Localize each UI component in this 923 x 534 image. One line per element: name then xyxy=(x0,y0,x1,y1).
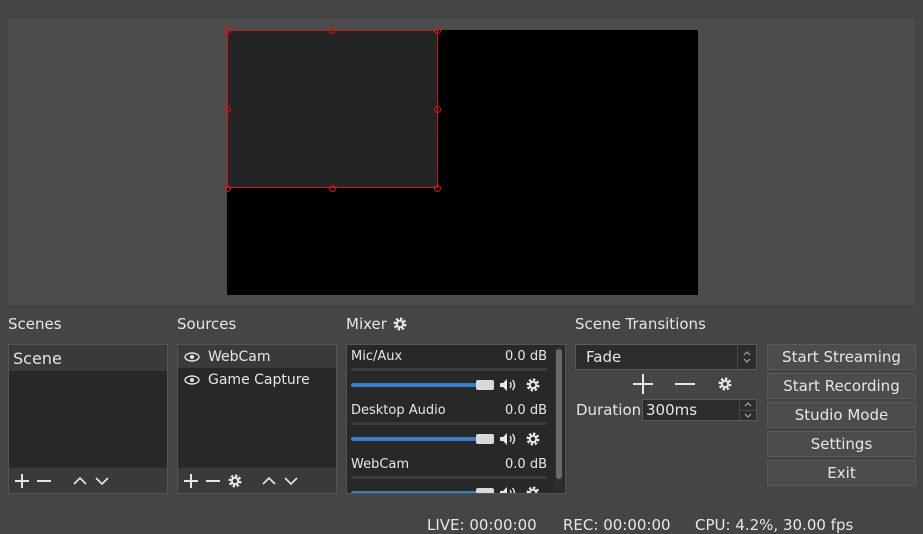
move-source-down-button[interactable] xyxy=(280,470,302,492)
resize-handle-right[interactable] xyxy=(434,106,441,113)
mixer-panel: Mic/Aux 0.0 dB Desktop Audio 0.0 dB WebC… xyxy=(346,344,566,494)
eye-icon[interactable] xyxy=(184,374,200,385)
volume-slider[interactable] xyxy=(351,380,495,390)
remove-scene-button[interactable] xyxy=(33,470,55,492)
plus-icon xyxy=(184,473,198,488)
duration-label: Duration xyxy=(576,401,642,419)
source-properties-button[interactable] xyxy=(224,470,246,492)
sources-title: Sources xyxy=(177,315,237,333)
scenes-title: Scenes xyxy=(8,315,62,333)
select-arrows xyxy=(737,345,756,369)
speaker-icon[interactable] xyxy=(499,378,517,392)
mixer-channel: WebCam 0.0 dB xyxy=(351,457,547,494)
studio-mode-button[interactable]: Studio Mode xyxy=(767,402,916,428)
rec-timer: REC: 00:00:00 xyxy=(563,516,671,534)
mixer-header: Mixer xyxy=(346,315,408,333)
duration-spinbox[interactable]: 300ms xyxy=(642,399,757,421)
chevron-up-icon xyxy=(73,476,87,485)
volume-slider[interactable] xyxy=(351,488,495,493)
plus-icon xyxy=(633,374,653,394)
duration-value: 300ms xyxy=(646,401,698,419)
channel-volume-db: 0.0 dB xyxy=(505,457,547,472)
resize-handle-top-right[interactable] xyxy=(434,27,441,34)
selected-source-bounding-box[interactable] xyxy=(227,30,438,188)
gear-icon xyxy=(718,377,732,391)
remove-transition-button[interactable] xyxy=(672,373,698,395)
spin-down-button[interactable] xyxy=(740,411,756,421)
resize-handle-top[interactable] xyxy=(329,27,336,34)
mixer-scrollbar[interactable] xyxy=(555,347,563,491)
move-scene-down-button[interactable] xyxy=(91,470,113,492)
move-source-up-button[interactable] xyxy=(258,470,280,492)
gear-icon[interactable] xyxy=(392,316,408,332)
source-item[interactable]: Game Capture xyxy=(178,368,336,391)
settings-button[interactable]: Settings xyxy=(767,431,916,457)
channel-volume-db: 0.0 dB xyxy=(505,403,547,418)
chevron-updown-icon xyxy=(743,351,751,363)
scenes-toolbar xyxy=(9,467,167,493)
add-transition-button[interactable] xyxy=(630,373,656,395)
add-scene-button[interactable] xyxy=(11,470,33,492)
chevron-down-icon xyxy=(744,413,752,418)
exit-button[interactable]: Exit xyxy=(767,460,916,486)
resize-handle-bottom[interactable] xyxy=(329,185,336,192)
chevron-up-icon xyxy=(744,402,752,407)
minus-icon xyxy=(37,479,51,482)
start-streaming-button[interactable]: Start Streaming xyxy=(767,344,916,370)
mixer-channel: Mic/Aux 0.0 dB xyxy=(351,349,547,393)
transition-properties-button[interactable] xyxy=(714,373,736,395)
chevron-down-icon xyxy=(95,476,109,485)
start-recording-button[interactable]: Start Recording xyxy=(767,373,916,399)
sources-toolbar xyxy=(178,467,336,493)
resize-handle-bottom-left[interactable] xyxy=(224,185,231,192)
channel-name: Mic/Aux xyxy=(351,349,403,364)
transitions-title: Scene Transitions xyxy=(575,315,706,333)
add-source-button[interactable] xyxy=(180,470,202,492)
channel-name: Desktop Audio xyxy=(351,403,446,418)
volume-meter xyxy=(351,476,547,479)
remove-source-button[interactable] xyxy=(202,470,224,492)
gear-icon[interactable] xyxy=(525,377,541,393)
mixer-title: Mixer xyxy=(346,315,387,333)
resize-handle-top-left[interactable] xyxy=(224,27,231,34)
mixer-channel: Desktop Audio 0.0 dB xyxy=(351,403,547,447)
resize-handle-bottom-right[interactable] xyxy=(434,185,441,192)
move-scene-up-button[interactable] xyxy=(69,470,91,492)
channel-name: WebCam xyxy=(351,457,410,472)
gear-icon[interactable] xyxy=(525,485,541,494)
volume-meter xyxy=(351,422,547,425)
resize-handle-left[interactable] xyxy=(224,106,231,113)
gear-icon xyxy=(228,474,242,487)
eye-icon[interactable] xyxy=(184,351,200,362)
transition-toolbar xyxy=(630,373,736,395)
source-item-label: WebCam xyxy=(208,348,271,365)
chevron-down-icon xyxy=(284,476,298,485)
transition-select[interactable]: Fade xyxy=(575,344,757,370)
minus-icon xyxy=(206,479,220,482)
source-item[interactable]: WebCam xyxy=(178,345,336,368)
channel-volume-db: 0.0 dB xyxy=(505,349,547,364)
cpu-fps-status: CPU: 4.2%, 30.00 fps xyxy=(695,516,854,534)
volume-slider[interactable] xyxy=(351,434,495,444)
scrollbar-thumb[interactable] xyxy=(556,349,562,479)
gear-icon[interactable] xyxy=(525,431,541,447)
spin-buttons xyxy=(739,400,756,420)
volume-meter xyxy=(351,368,547,371)
chevron-up-icon xyxy=(262,476,276,485)
source-item-label: Game Capture xyxy=(208,371,310,388)
minus-icon xyxy=(675,383,695,385)
speaker-icon[interactable] xyxy=(499,486,517,494)
live-timer: LIVE: 00:00:00 xyxy=(427,516,537,534)
speaker-icon[interactable] xyxy=(499,432,517,446)
plus-icon xyxy=(15,473,29,488)
spin-up-button[interactable] xyxy=(740,400,756,411)
transition-select-value: Fade xyxy=(586,348,622,366)
scene-item[interactable]: Scene xyxy=(9,345,167,371)
scene-item-label: Scene xyxy=(13,348,62,368)
